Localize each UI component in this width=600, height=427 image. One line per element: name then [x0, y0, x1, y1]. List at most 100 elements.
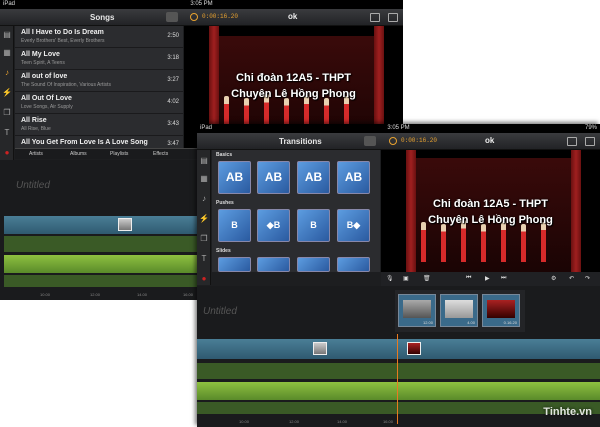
section-basics: Basics [216, 152, 233, 158]
layers-icon[interactable]: ❐ [199, 234, 209, 244]
project-name: Untitled [16, 180, 50, 191]
transition-icon[interactable]: ⚡ [199, 214, 209, 224]
layers-icon[interactable]: ❐ [2, 108, 12, 118]
list-item[interactable]: All I Have to Do Is Dream Everly Brother… [15, 26, 183, 48]
status-bar: iPad 3:05 PM 79% [197, 124, 600, 133]
transition-thumbnail[interactable] [297, 257, 330, 272]
skip-forward-icon[interactable]: ⏭ [501, 275, 506, 282]
transition-thumbnail[interactable]: AB [257, 161, 290, 194]
music-track[interactable] [197, 363, 600, 379]
clip-image [445, 300, 473, 318]
transition-thumbnail[interactable]: AB [297, 161, 330, 194]
settings-icon[interactable]: ⚙ [551, 275, 556, 282]
screenshot-transitions: iPad 3:05 PM 79% Transitions 0:00:16.20 … [197, 124, 600, 427]
transition-thumbnail[interactable]: B [218, 209, 251, 242]
watermark: Tinhte.vn [543, 406, 592, 418]
transition-thumbnail[interactable]: AB [218, 161, 251, 194]
edit-icon[interactable] [370, 13, 380, 22]
clip-thumbnail[interactable] [407, 342, 421, 355]
list-item[interactable]: All My Love Teen Spirit, A Teens 3:18 [15, 48, 183, 70]
share-icon[interactable] [388, 13, 398, 22]
microphone-icon[interactable]: 🎙 [386, 275, 394, 282]
tab-playlists[interactable]: Playlists [110, 151, 128, 157]
caption-line-1: Chi đoàn 12A5 - THPT [433, 198, 548, 210]
timecode: 0:00:16.20 [401, 137, 438, 144]
panel-menu-button[interactable] [166, 12, 178, 22]
tab-effects[interactable]: Effects [153, 151, 168, 157]
tool-strip: ▤ ▦ ♪ ⚡ ❐ T ● [197, 150, 211, 285]
project-title: ok [288, 12, 298, 21]
status-time: 3:05 PM [190, 1, 213, 7]
ruler-label: 12.00 [90, 292, 101, 297]
tray-clip[interactable]: 12.00 [398, 294, 436, 327]
text-icon[interactable]: T [2, 128, 12, 138]
list-item[interactable]: All Rise All Rise, Blue 3:43 [15, 114, 183, 136]
status-bar: iPad 3:05 PM [0, 0, 403, 9]
list-item[interactable]: All Out Of Love Love Songs, Air Supply 4… [15, 92, 183, 114]
audio-track[interactable] [197, 382, 600, 400]
transport-bar: 🎙 ▣ 🗑 ⏮ ▶ ⏭ ⚙ ↶ ↷ [381, 272, 600, 286]
status-time: 3:05 PM [387, 125, 410, 131]
performer [541, 222, 546, 262]
transition-thumbnail[interactable]: ◆B [257, 209, 290, 242]
transitions-panel: Basics AB AB AB AB Pushes B ◆B B B◆ Slid… [212, 150, 380, 272]
transition-thumbnail[interactable] [257, 257, 290, 272]
camera-icon[interactable]: ▣ [403, 275, 409, 282]
list-item[interactable]: All out of love The Sound Of Inspiration… [15, 70, 183, 92]
performer [521, 224, 526, 262]
transition-thumbnail[interactable]: B [297, 209, 330, 242]
performer [441, 224, 446, 262]
clip-duration: 0.16.20 [503, 320, 517, 325]
video-track[interactable] [197, 339, 600, 359]
transition-icon[interactable]: ⚡ [2, 88, 12, 98]
performer [481, 224, 486, 262]
share-icon[interactable] [585, 137, 595, 146]
project-name: Untitled [203, 306, 237, 317]
curtain-left [406, 150, 416, 272]
ruler-label: 14.00 [137, 292, 148, 297]
record-icon[interactable]: ● [2, 148, 12, 158]
record-icon[interactable]: ● [199, 274, 209, 284]
undo-icon[interactable]: ↶ [569, 275, 574, 282]
clip-image [403, 300, 431, 318]
ruler-label: 16.00 [383, 419, 394, 424]
clip-image [487, 300, 515, 318]
redo-icon[interactable]: ↷ [585, 275, 590, 282]
clip-thumbnail[interactable] [118, 218, 132, 231]
audio-track-2[interactable] [197, 402, 600, 414]
tab-artists[interactable]: Artists [29, 151, 43, 157]
transition-thumbnail[interactable] [337, 257, 370, 272]
title-bar: Transitions 0:00:16.20 ok [197, 133, 600, 150]
trash-icon[interactable]: 🗑 [423, 275, 431, 282]
timeline[interactable]: Untitled 12.00 4.00 0.16.20 10.00 12.00 … [197, 286, 600, 427]
section-pushes: Pushes [216, 200, 234, 206]
battery-level: 79% [584, 125, 597, 131]
timecode: 0:00:16.20 [202, 13, 239, 20]
caption-line-1: Chi đoàn 12A5 - THPT [236, 72, 351, 84]
play-icon[interactable]: ▶ [485, 275, 490, 282]
panel-title: Transitions [279, 137, 322, 146]
tray-clip[interactable]: 4.00 [440, 294, 478, 327]
transition-thumbnail[interactable] [218, 257, 251, 272]
video-icon[interactable]: ▤ [2, 30, 12, 40]
panel-menu-button[interactable] [364, 136, 376, 146]
caption-line-2: Chuyên Lê Hồng Phong [231, 88, 356, 100]
photo-icon[interactable]: ▦ [2, 48, 12, 58]
tray-clip[interactable]: 0.16.20 [482, 294, 520, 327]
transition-thumbnail[interactable]: AB [337, 161, 370, 194]
music-icon[interactable]: ♪ [2, 68, 12, 78]
photo-icon[interactable]: ▦ [199, 174, 209, 184]
music-icon[interactable]: ♪ [199, 194, 209, 204]
clip-thumbnail[interactable] [313, 342, 327, 355]
edit-icon[interactable] [567, 137, 577, 146]
playhead[interactable] [397, 334, 398, 424]
ruler-label: 16.00 [183, 292, 194, 297]
text-icon[interactable]: T [199, 254, 209, 264]
transition-thumbnail[interactable]: B◆ [337, 209, 370, 242]
video-preview[interactable]: Chi đoàn 12A5 - THPT Chuyên Lê Hồng Phon… [381, 150, 600, 272]
tab-albums[interactable]: Albums [70, 151, 87, 157]
performer [461, 220, 466, 262]
project-title: ok [485, 136, 495, 145]
skip-back-icon[interactable]: ⏮ [466, 275, 471, 282]
video-icon[interactable]: ▤ [199, 156, 209, 166]
